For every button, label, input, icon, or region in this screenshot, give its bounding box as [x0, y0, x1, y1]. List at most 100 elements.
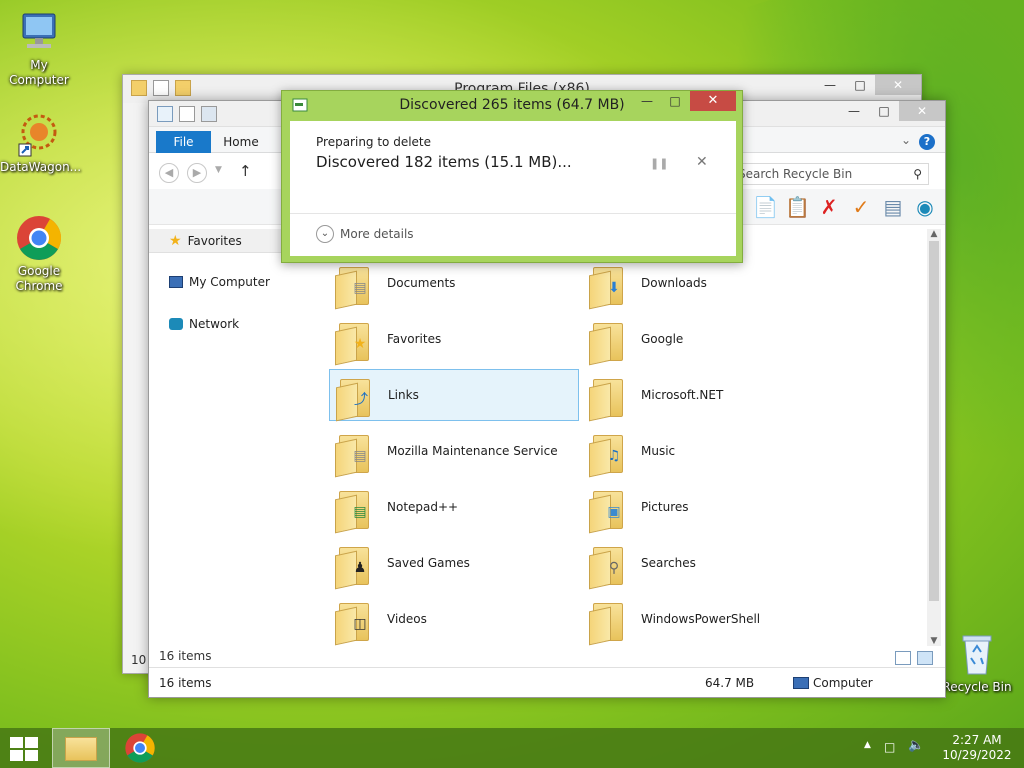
view-toggle — [895, 651, 933, 665]
close-button[interactable]: ✕ — [899, 101, 945, 121]
progress-status: Discovered 182 items (15.1 MB)... — [316, 153, 572, 171]
large-icons-view-icon[interactable] — [917, 651, 933, 665]
search-placeholder: Search Recycle Bin — [738, 167, 853, 181]
status-items: 16 items — [159, 676, 212, 690]
help-icon[interactable]: ? — [919, 134, 935, 150]
folder-item[interactable]: ▣ Pictures — [583, 481, 833, 534]
folder-label: Favorites — [387, 332, 442, 346]
folder-item-selected[interactable]: ⤴ Links — [329, 369, 579, 422]
folder-item[interactable]: WindowsPowerShell — [583, 593, 833, 646]
window-controls: — □ ✕ — [815, 75, 921, 95]
copy-icon[interactable]: 📄 — [753, 195, 778, 219]
nav-label: My Computer — [189, 275, 270, 289]
show-hidden-icons-icon[interactable]: ▲ — [864, 740, 871, 750]
delete-progress-dialog[interactable]: Discovered 265 items (64.7 MB) — □ ✕ Pre… — [281, 90, 743, 263]
folder-label: Music — [641, 444, 676, 458]
clock[interactable]: 2:27 AM 10/29/2022 — [942, 733, 1012, 763]
folder-item[interactable]: Microsoft.NET — [583, 369, 833, 422]
status-size: 64.7 MB — [705, 676, 755, 690]
pause-icon[interactable]: ❚❚ — [650, 157, 668, 170]
properties-icon[interactable] — [179, 106, 195, 122]
clock-date: 10/29/2022 — [942, 748, 1012, 762]
clock-time: 2:27 AM — [952, 733, 1002, 747]
vertical-scrollbar[interactable]: ▲ ▼ — [927, 229, 941, 646]
desktop-icon-label: DataWagon... — [0, 160, 82, 174]
folder-label: Documents — [387, 276, 456, 290]
folder-item[interactable]: ♫ Music — [583, 425, 833, 478]
maximize-button[interactable]: □ — [662, 91, 688, 111]
folder-item[interactable]: Google — [583, 313, 833, 366]
paste-icon[interactable]: 📋 — [785, 195, 810, 219]
rename-icon[interactable]: ▤ — [881, 195, 905, 219]
maximize-button[interactable]: □ — [869, 101, 899, 121]
recent-locations-icon[interactable]: ▼ — [215, 165, 222, 175]
taskbar: ▲ □ 🔈 2:27 AM 10/29/2022 — [0, 728, 1024, 768]
search-input[interactable]: Search Recycle Bin ⚲ — [729, 163, 929, 185]
nav-item-network[interactable]: Network — [169, 317, 239, 331]
chevron-down-icon: ⌄ — [316, 225, 334, 243]
taskbar-file-explorer[interactable] — [52, 728, 110, 768]
minimize-button[interactable]: — — [839, 101, 869, 121]
links-folder-icon: ⤴ — [336, 373, 376, 422]
windows-start-icon[interactable] — [10, 737, 38, 761]
folder-item[interactable]: ♟ Saved Games — [329, 537, 579, 590]
computer-icon — [169, 276, 183, 288]
folder-item[interactable]: ★ Favorites — [329, 313, 579, 366]
desktop-icon-recycle-bin[interactable]: Recycle Bin — [938, 630, 1016, 695]
chrome-icon — [15, 214, 63, 262]
more-details-label: More details — [340, 227, 414, 241]
desktop-icon-datawagon[interactable]: DataWagon... — [0, 110, 82, 175]
computer-icon — [793, 677, 809, 689]
minimize-button[interactable]: — — [815, 75, 845, 95]
folder-label: Google — [641, 332, 684, 346]
nav-label: Favorites — [187, 234, 242, 248]
folder-item[interactable]: ⬇ Downloads — [583, 257, 833, 310]
folder-icon: ▤ — [335, 485, 375, 534]
searches-folder-icon: ⚲ — [589, 541, 629, 590]
forward-arrow-icon[interactable]: ▶ — [187, 163, 207, 183]
window-controls: — □ ✕ — [839, 101, 945, 121]
tab-home[interactable]: Home — [219, 131, 263, 153]
search-icon[interactable]: ⚲ — [913, 164, 922, 184]
back-arrow-icon[interactable]: ◀ — [159, 163, 179, 183]
cancel-icon[interactable]: ✕ — [696, 154, 708, 170]
favorites-folder-icon: ★ — [335, 317, 375, 366]
network-icon — [169, 318, 183, 330]
desktop-icon-google-chrome[interactable]: Google Chrome — [0, 214, 78, 294]
folder-item[interactable]: ⚲ Searches — [583, 537, 833, 590]
up-arrow-icon[interactable]: ↑ — [239, 162, 252, 180]
folder-item[interactable]: ▤ Notepad++ — [329, 481, 579, 534]
expand-ribbon-icon[interactable]: ⌄ — [901, 133, 911, 147]
status-bar: 16 items 64.7 MB Computer — [149, 667, 945, 697]
close-button[interactable]: ✕ — [875, 75, 921, 95]
tab-file[interactable]: File — [156, 131, 211, 153]
delete-icon[interactable]: ✗ — [817, 195, 841, 219]
scroll-down-icon[interactable]: ▼ — [927, 636, 941, 646]
scrollbar-thumb[interactable] — [929, 241, 939, 601]
nav-item-favorites[interactable]: ★ Favorites — [169, 233, 242, 249]
desktop-icon-my-computer[interactable]: My Computer — [0, 8, 78, 88]
network-status-icon[interactable]: □ — [884, 740, 895, 754]
nav-item-my-computer[interactable]: My Computer — [169, 275, 270, 289]
check-icon[interactable]: ✓ — [849, 195, 873, 219]
minimize-button[interactable]: — — [634, 91, 660, 111]
folder-icon — [589, 317, 629, 366]
maximize-button[interactable]: □ — [845, 75, 875, 95]
chrome-icon — [125, 733, 155, 763]
star-icon: ★ — [169, 233, 182, 249]
more-details-toggle[interactable]: ⌄ More details — [316, 225, 414, 243]
folder-icon: ▤ — [335, 429, 375, 478]
navigation-pane: ★ Favorites My Computer Network — [149, 229, 319, 669]
folder-item[interactable]: ◫ Videos — [329, 593, 579, 646]
details-view-icon[interactable] — [895, 651, 911, 665]
taskbar-chrome[interactable] — [124, 732, 160, 764]
new-folder-icon[interactable] — [201, 106, 217, 122]
close-button[interactable]: ✕ — [690, 91, 736, 111]
folder-item[interactable]: ▤ Mozilla Maintenance Service — [329, 425, 579, 478]
volume-icon[interactable]: 🔈 — [908, 738, 924, 753]
network-globe-icon[interactable]: ◉ — [913, 195, 937, 219]
folder-item[interactable]: ▤ Documents — [329, 257, 579, 310]
videos-folder-icon: ◫ — [335, 597, 375, 646]
scroll-up-icon[interactable]: ▲ — [927, 229, 941, 239]
toolbar-icons: 📄 📋 ✗ ✓ ▤ ◉ — [753, 195, 937, 219]
